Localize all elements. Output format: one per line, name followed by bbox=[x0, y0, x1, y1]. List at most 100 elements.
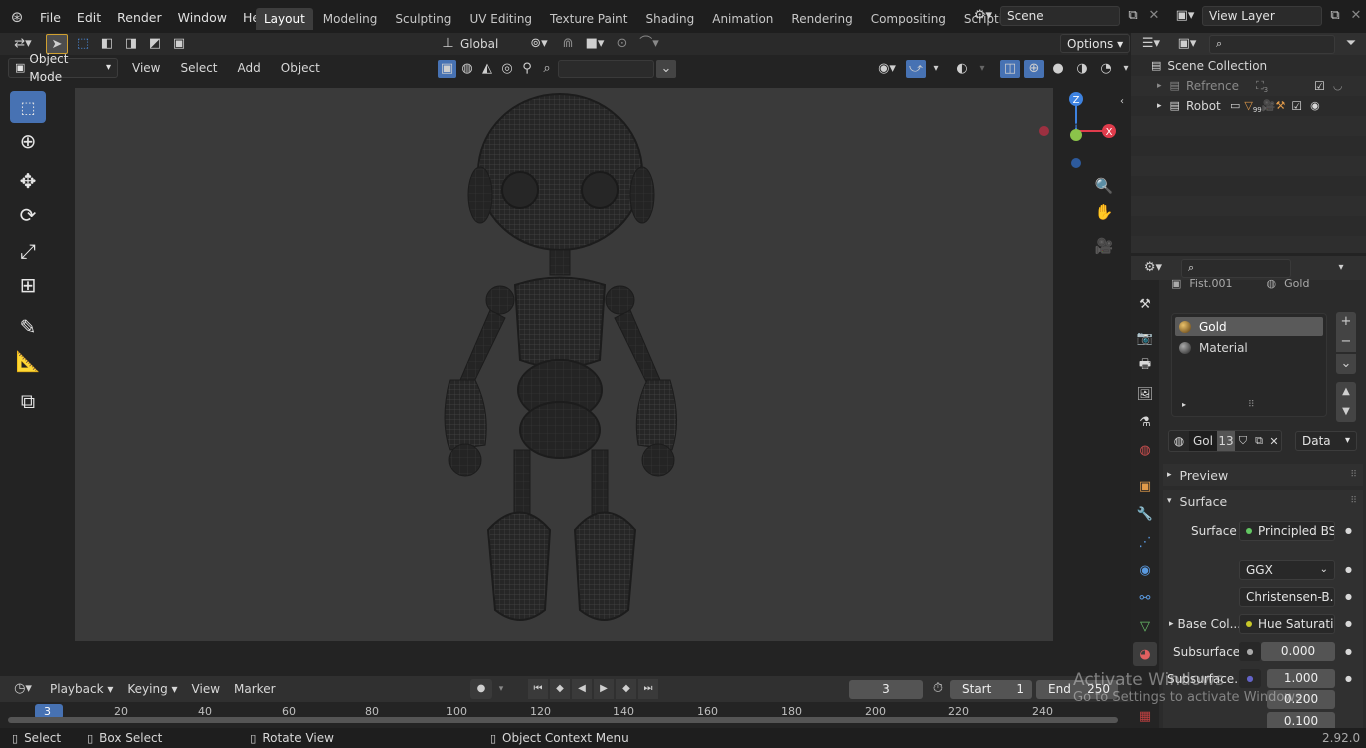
constraints-tab-icon[interactable]: ⚯ bbox=[1133, 586, 1157, 610]
menu-render[interactable]: Render bbox=[109, 10, 170, 25]
menu-keying[interactable]: Keying ▾ bbox=[125, 682, 179, 696]
tab-compositing[interactable]: Compositing bbox=[863, 8, 954, 30]
keyframe-dot-icon[interactable]: ● bbox=[1345, 647, 1352, 656]
pivot-point-icon[interactable]: ⊚▾ bbox=[524, 34, 554, 54]
drag-grip-icon[interactable]: ⠿ bbox=[1350, 470, 1357, 480]
viewport-search-field[interactable] bbox=[558, 60, 654, 78]
outliner-item-robot[interactable]: ▸ ▤ Robot ▭ ▽ 99 🎥 ⚒ ☑ ◉ bbox=[1131, 96, 1366, 116]
menu-view[interactable]: View bbox=[126, 61, 166, 75]
drag-grip-icon[interactable]: ⠿ bbox=[1350, 496, 1357, 506]
view-layer-tab-icon[interactable]: 🖼 bbox=[1133, 382, 1157, 406]
tab-uv-editing[interactable]: UV Editing bbox=[461, 8, 540, 30]
tab-layout[interactable]: Layout bbox=[256, 8, 313, 30]
sidebar-toggle-icon[interactable]: ‹ bbox=[1117, 92, 1127, 112]
snap-icon[interactable]: ⋒ bbox=[558, 34, 578, 54]
expand-arrow-icon[interactable]: ▸ bbox=[1157, 96, 1162, 116]
list-resize-grip-icon[interactable]: ⠿ bbox=[1248, 400, 1255, 410]
physics-tab-icon[interactable]: ◉ bbox=[1133, 558, 1157, 582]
timeline-scrollbar[interactable] bbox=[8, 717, 1118, 723]
tab-rendering[interactable]: Rendering bbox=[783, 8, 860, 30]
tab-sculpting[interactable]: Sculpting bbox=[387, 8, 459, 30]
outliner-scene-collection[interactable]: ▤ Scene Collection bbox=[1151, 56, 1361, 76]
view-layer-icon[interactable]: ▣▾ bbox=[1172, 6, 1198, 26]
new-view-layer-icon[interactable]: ⧉ bbox=[1326, 6, 1344, 26]
menu-file[interactable]: File bbox=[32, 10, 69, 25]
material-tab-icon[interactable]: ◕ bbox=[1133, 642, 1157, 666]
properties-editor-type-icon[interactable]: ⚙▾ bbox=[1139, 258, 1167, 278]
gizmo-dropdown-icon[interactable]: ▾ bbox=[930, 59, 942, 79]
prev-keyframe-icon[interactable]: ◆ bbox=[550, 679, 570, 699]
menu-playback[interactable]: Playback ▾ bbox=[48, 682, 115, 696]
robot-wireframe-model[interactable] bbox=[420, 90, 720, 635]
object-type-empty-icon[interactable]: ⚲ bbox=[518, 59, 536, 79]
fake-user-shield-icon[interactable]: ⛉ bbox=[1235, 434, 1251, 448]
tool-tab-icon[interactable]: ⚒ bbox=[1133, 292, 1157, 316]
move-slot-up-icon[interactable]: ▲ bbox=[1336, 382, 1356, 402]
slot-specials-icon[interactable]: ⌄ bbox=[1336, 354, 1356, 374]
menu-marker[interactable]: Marker bbox=[232, 682, 277, 696]
shading-material-icon[interactable]: ◑ bbox=[1072, 59, 1092, 79]
next-keyframe-icon[interactable]: ◆ bbox=[616, 679, 636, 699]
scene-icon[interactable]: ⚙▾ bbox=[970, 6, 996, 26]
overlays-icon[interactable]: ◐ bbox=[952, 59, 972, 79]
particles-tab-icon[interactable]: ⋰ bbox=[1133, 530, 1157, 554]
object-type-light-icon[interactable]: ◭ bbox=[478, 59, 496, 79]
surface-shader-selector[interactable]: Principled BS... bbox=[1239, 521, 1335, 541]
duplicate-material-icon[interactable]: ⧉ bbox=[1251, 434, 1267, 448]
world-tab-icon[interactable]: ◍ bbox=[1133, 438, 1157, 462]
falloff-icon[interactable]: ⌒▾ bbox=[636, 34, 662, 54]
expand-arrow-icon[interactable]: ▸ bbox=[1157, 76, 1162, 96]
options-dropdown[interactable]: Options ▾ bbox=[1060, 34, 1131, 53]
checkbox-icon[interactable]: ☑ bbox=[1291, 96, 1302, 116]
unlink-material-icon[interactable]: ✕ bbox=[1267, 435, 1281, 448]
panel-surface-header[interactable]: ▾ Surface ⠿ bbox=[1163, 490, 1363, 512]
play-reverse-icon[interactable]: ◀ bbox=[572, 679, 592, 699]
object-tab-icon[interactable]: ▣ bbox=[1133, 474, 1157, 498]
datablock-users[interactable]: 13 bbox=[1217, 431, 1235, 451]
tab-animation[interactable]: Animation bbox=[704, 8, 781, 30]
auto-keying-icon[interactable]: ● bbox=[470, 679, 492, 699]
modifier-tab-icon[interactable]: 🔧 bbox=[1133, 502, 1157, 526]
filter-icon[interactable]: ⏷ bbox=[1343, 34, 1359, 54]
object-data-tab-icon[interactable]: ▽ bbox=[1133, 614, 1157, 638]
list-expand-icon[interactable]: ▸ bbox=[1182, 400, 1186, 409]
play-icon[interactable]: ▶ bbox=[594, 679, 614, 699]
remove-scene-icon[interactable]: ✕ bbox=[1146, 6, 1162, 26]
scene-field[interactable]: Scene bbox=[1000, 6, 1120, 26]
menu-window[interactable]: Window bbox=[170, 10, 235, 25]
collection-exclude-icon[interactable]: ▭ bbox=[1230, 96, 1240, 116]
keyframe-dot-icon[interactable]: ● bbox=[1345, 526, 1352, 535]
blender-logo-icon[interactable]: ⊛ bbox=[6, 7, 28, 27]
scale-tool[interactable]: ⤢ bbox=[10, 235, 46, 267]
pan-hand-icon[interactable]: ✋ bbox=[1092, 202, 1116, 236]
subsurface-value-field[interactable]: 0.000 bbox=[1261, 642, 1335, 661]
menu-object[interactable]: Object bbox=[275, 61, 326, 75]
remove-slot-icon[interactable]: − bbox=[1336, 332, 1356, 352]
keyframe-dot-icon[interactable]: ● bbox=[1345, 592, 1352, 601]
add-slot-icon[interactable]: + bbox=[1336, 312, 1356, 332]
search-icon[interactable]: ⌕ bbox=[538, 59, 556, 79]
texture-tab-icon[interactable]: ▦ bbox=[1133, 704, 1157, 728]
eye-icon[interactable]: ◉ bbox=[1310, 96, 1320, 116]
select-mode-subtract-icon[interactable]: ◨ bbox=[122, 34, 140, 54]
preview-range-icon[interactable]: ⏱ bbox=[930, 679, 946, 699]
transform-tool[interactable]: ⊞ bbox=[10, 269, 46, 301]
add-cube-tool[interactable]: ⧉ bbox=[10, 385, 46, 417]
object-type-mesh-icon[interactable]: ◍ bbox=[458, 59, 476, 79]
material-link-dropdown[interactable]: Data ▾ bbox=[1295, 431, 1357, 451]
display-mode-icon[interactable]: ▣▾ bbox=[1173, 34, 1201, 54]
shading-wireframe-icon[interactable]: ⊕ bbox=[1024, 60, 1044, 78]
hide-icon[interactable]: ◡ bbox=[1333, 76, 1343, 96]
select-box-tool[interactable]: ⬚ bbox=[10, 91, 46, 123]
tab-texture-paint[interactable]: Texture Paint bbox=[542, 8, 635, 30]
menu-add[interactable]: Add bbox=[232, 61, 267, 75]
view-layer-field[interactable]: View Layer bbox=[1202, 6, 1322, 26]
xray-icon[interactable]: ◫ bbox=[1000, 60, 1020, 78]
expand-arrow-icon[interactable]: ▸ bbox=[1169, 619, 1174, 629]
visibility-icon[interactable]: ◉▾ bbox=[872, 59, 902, 79]
tab-modeling[interactable]: Modeling bbox=[315, 8, 386, 30]
keying-dropdown-icon[interactable]: ▾ bbox=[494, 679, 508, 699]
outliner-item-refrence[interactable]: ▸ ▤ Refrence ⛶ 3 ☑ ◡ bbox=[1131, 76, 1366, 96]
base-color-row[interactable]: ▸ Base Col... bbox=[1169, 617, 1241, 631]
menu-edit[interactable]: Edit bbox=[69, 10, 109, 25]
